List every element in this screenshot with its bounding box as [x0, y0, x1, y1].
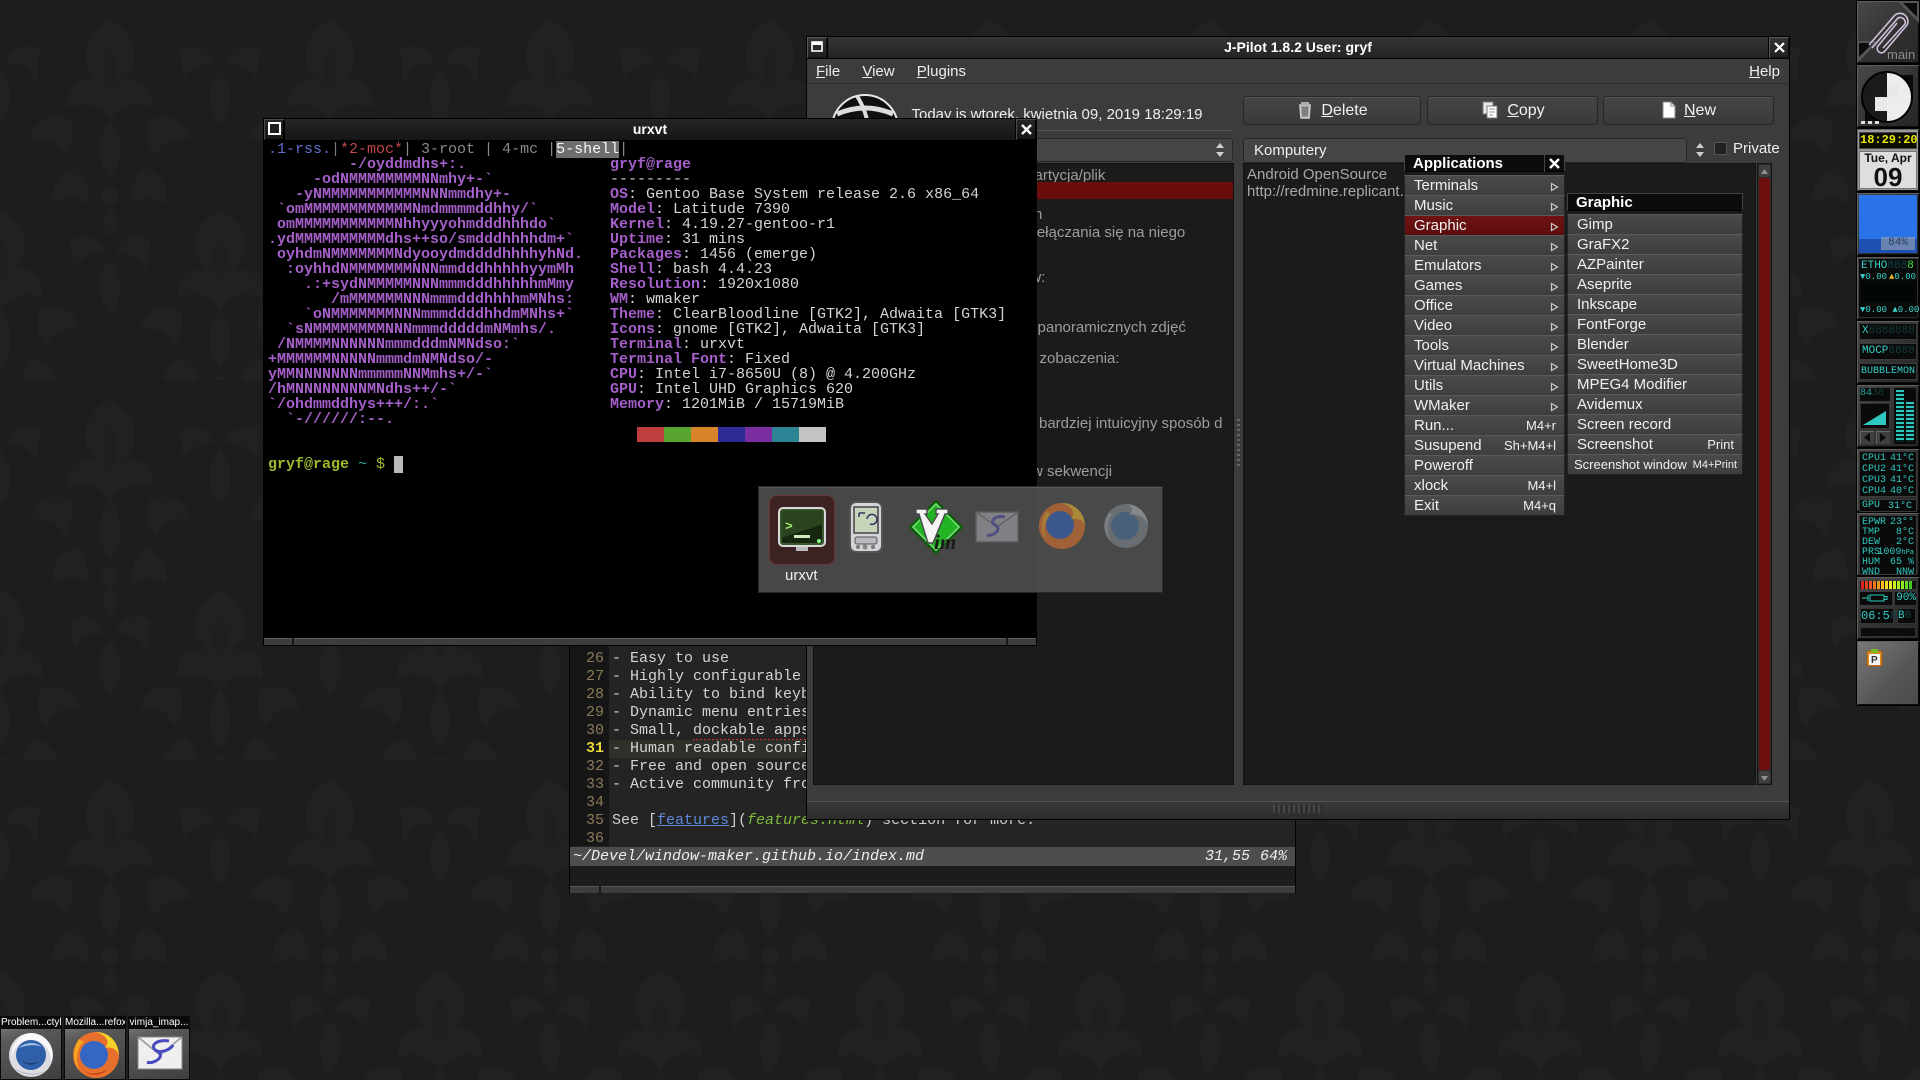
svg-text:im: im — [934, 530, 956, 554]
svg-text:P: P — [1871, 655, 1878, 666]
svg-text:>: > — [785, 519, 793, 534]
svg-text:main: main — [1887, 47, 1915, 62]
